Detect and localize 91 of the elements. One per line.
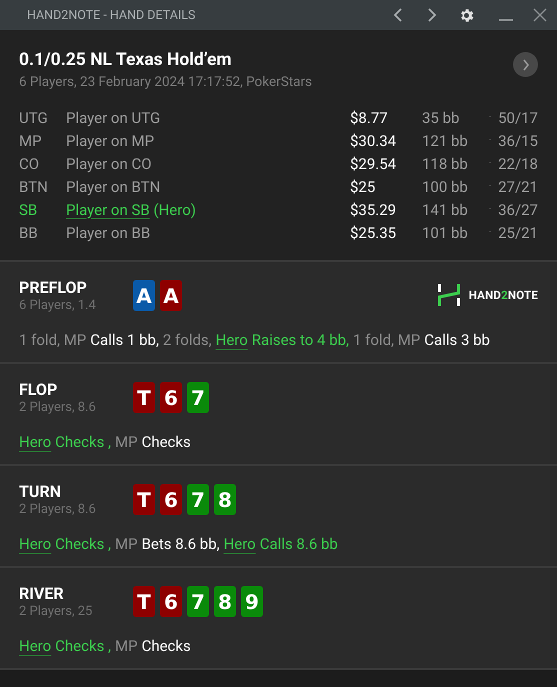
chevron-right-icon [522,58,530,70]
hero-link[interactable]: Hero [19,637,52,655]
position-label: MP [19,132,42,150]
street-info: 6 Players, 1.4 [19,298,97,313]
playing-card: 6 [160,484,182,515]
street-info: 2 Players, 8.6 [19,400,97,415]
window-title: HAND2NOTE - HAND DETAILS [27,8,196,22]
hero-link[interactable]: Hero [19,433,52,451]
hero-tag: (Hero) [153,200,196,218]
action-text: 1 fold, MP [19,331,86,349]
stack-bb: 100 bb [422,178,468,196]
playing-card: 6 [160,382,182,413]
player-stats: 36/27 [498,200,538,218]
player-name[interactable]: Player on BTN [66,178,160,196]
action-text: Calls 3 bb [424,331,490,349]
street-name: RIVER [19,584,65,603]
hero-link[interactable]: Hero [224,535,256,553]
stack-amount: $35.29 [350,200,396,218]
stack-amount: $30.34 [350,132,396,150]
hand-subtitle: 6 Players, 23 February 2024 17:17:52, PokerStars [19,74,312,90]
separator-dot: · [488,204,492,215]
player-link[interactable]: Player on SB [66,200,150,218]
stack-amount: $8.77 [350,108,388,126]
action-text: Calls 8.6 bb [260,535,338,553]
position-label: UTG [19,108,48,126]
action-text: MP [115,433,138,451]
player-name[interactable]: Player on MP [66,132,154,150]
playing-card: A [133,280,155,311]
action-text: 1 fold, MP [353,331,420,349]
stack-bb: 118 bb [422,154,468,172]
separator-dot: · [488,227,492,238]
player-name[interactable]: Player on UTG [66,108,160,126]
separator-dot: · [488,181,492,192]
street-name: PREFLOP [19,278,88,297]
playing-card: 8 [214,586,236,617]
next-button[interactable] [513,52,538,77]
playing-card: T [133,484,155,515]
playing-card: 6 [160,586,182,617]
player-stats: 50/17 [498,108,538,126]
stack-bb: 141 bb [422,200,468,218]
stack-bb: 35 bb [422,108,460,126]
stack-amount: $25 [350,178,376,196]
action-text: MP [115,637,138,655]
position-label: BB [19,224,38,242]
position-label: SB [19,200,38,218]
action-text: Bets 8.6 bb, [142,535,220,553]
action-text: Checks [142,637,191,655]
stack-amount: $25.35 [350,224,396,242]
separator-dot: · [488,135,492,146]
logo-text: HAND2NOTE [468,288,538,302]
action-text: Checks , [55,637,112,655]
player-name[interactable]: Player on BB [66,224,150,242]
stack-amount: $29.54 [350,154,396,172]
playing-card: 7 [187,382,209,413]
playing-card: 7 [187,586,209,617]
close-icon [533,8,547,22]
action-text: Raises to 4 bb, [252,331,349,349]
position-label: CO [19,154,40,172]
hand-title: 0.1/0.25 NL Texas Hold’em [19,50,233,70]
street-name: TURN [19,482,62,501]
action-text: 2 folds, [162,331,212,349]
action-text: Checks , [55,433,112,451]
hero-link[interactable]: Hero [19,535,52,553]
player-stats: 22/18 [498,154,538,172]
playing-card: T [133,382,155,413]
stack-bb: 121 bb [422,132,468,150]
logo-icon [438,284,460,306]
street-name: FLOP [19,380,58,399]
action-text: Checks [142,433,191,451]
playing-card: 7 [187,484,209,515]
separator-dot: · [488,158,492,169]
playing-card: 9 [241,586,263,617]
action-text: Calls 1 bb, [90,331,159,349]
playing-card: 8 [214,484,236,515]
minimize-icon [499,19,513,21]
playing-card: T [133,586,155,617]
street-info: 2 Players, 25 [19,604,94,619]
action-text: MP [115,535,138,553]
hero-link[interactable]: Hero [216,331,248,349]
separator-dot: · [488,112,492,123]
position-label: BTN [19,178,48,196]
street-info: 2 Players, 8.6 [19,502,97,517]
player-stats: 25/21 [498,224,538,242]
stack-bb: 101 bb [422,224,468,242]
chevron-right-icon [427,8,437,22]
player-stats: 27/21 [498,178,538,196]
player-stats: 36/15 [498,132,538,150]
playing-card: A [160,280,182,311]
action-text: Checks , [55,535,112,553]
player-name[interactable]: Player on CO [66,154,152,172]
chevron-left-icon [393,8,403,22]
